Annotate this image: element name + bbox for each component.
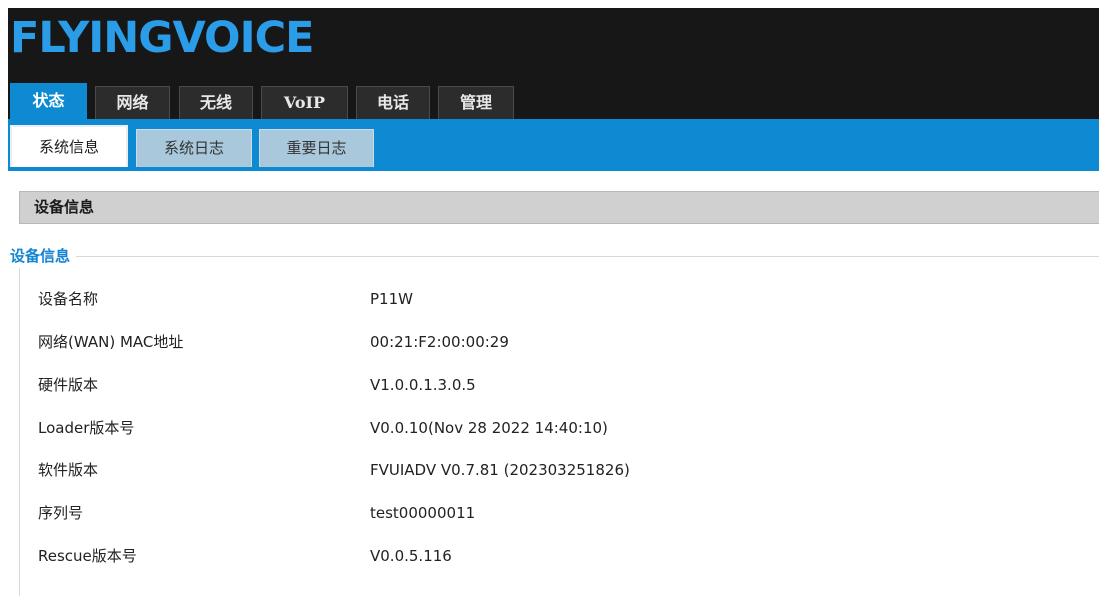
tab-wireless[interactable]: 无线 bbox=[179, 86, 253, 119]
info-value: 00:21:F2:00:00:29 bbox=[370, 333, 509, 351]
tab-management[interactable]: 管理 bbox=[438, 86, 514, 119]
info-label: 序列号 bbox=[38, 504, 84, 522]
tab-voip[interactable]: VoIP bbox=[261, 86, 348, 119]
info-value: V0.0.5.116 bbox=[370, 547, 452, 565]
section-header: 设备信息 bbox=[19, 191, 1099, 224]
info-label: Loader版本号 bbox=[38, 419, 135, 437]
tab-phone[interactable]: 电话 bbox=[356, 86, 430, 119]
flyingvoice-logo: FLYINGVOICE bbox=[10, 13, 315, 63]
info-value: V1.0.0.1.3.0.5 bbox=[370, 376, 476, 394]
info-value: V0.0.10(Nov 28 2022 14:40:10) bbox=[370, 419, 608, 437]
info-label: Rescue版本号 bbox=[38, 547, 137, 565]
sub-nav: 系统信息 系统日志 重要日志 bbox=[8, 119, 1099, 171]
subtab-important-log[interactable]: 重要日志 bbox=[259, 129, 374, 167]
tab-network[interactable]: 网络 bbox=[95, 86, 170, 119]
group-title: 设备信息 bbox=[8, 244, 77, 268]
info-label: 网络(WAN) MAC地址 bbox=[38, 333, 184, 351]
info-label: 设备名称 bbox=[38, 290, 99, 308]
info-value: P11W bbox=[370, 290, 413, 308]
info-value: FVUIADV V0.7.81 (202303251826) bbox=[370, 461, 630, 479]
subtab-system-log[interactable]: 系统日志 bbox=[136, 129, 252, 167]
subtab-system-info[interactable]: 系统信息 bbox=[10, 125, 128, 167]
info-label: 软件版本 bbox=[38, 461, 99, 479]
info-label: 硬件版本 bbox=[38, 376, 99, 394]
tab-status[interactable]: 状态 bbox=[10, 83, 87, 119]
top-bar: FLYINGVOICE 状态 网络 无线 VoIP 电话 管理 bbox=[8, 8, 1099, 119]
info-value: test00000011 bbox=[370, 504, 476, 522]
